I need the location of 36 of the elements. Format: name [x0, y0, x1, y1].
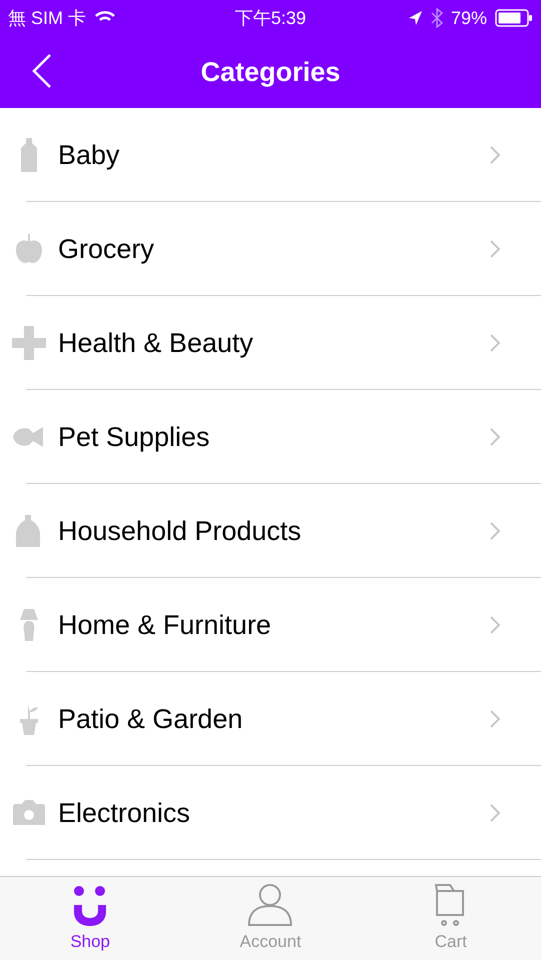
page-title: Categories — [200, 56, 340, 89]
chevron-right-icon — [489, 803, 501, 823]
chevron-right-icon — [489, 427, 501, 447]
smile-logo-icon — [72, 884, 108, 926]
category-label: Patio & Garden — [58, 702, 243, 736]
chevron-right-icon — [489, 521, 501, 541]
category-label: Health & Beauty — [58, 326, 254, 360]
tab-bar-item[interactable]: Shop — [0, 877, 180, 960]
chevron-left-icon — [32, 54, 52, 88]
category-row[interactable]: Grocery — [0, 202, 541, 296]
category-label: Pet Supplies — [58, 420, 210, 454]
category-row[interactable]: Home & Furniture — [0, 578, 541, 672]
category-row[interactable]: Patio & Garden — [0, 672, 541, 766]
chevron-right-icon — [489, 709, 501, 729]
person-icon — [246, 882, 294, 926]
category-label: Grocery — [58, 232, 154, 266]
battery-percent: 79% — [450, 6, 487, 30]
chevron-right-icon — [489, 333, 501, 353]
category-label: Household Products — [58, 514, 302, 548]
category-label: Baby — [58, 138, 120, 172]
category-row[interactable]: Pet Supplies — [0, 390, 541, 484]
location-arrow-icon — [406, 10, 423, 26]
category-row[interactable]: Electronics — [0, 766, 541, 860]
category-row[interactable]: Health & Beauty — [0, 296, 541, 390]
carrier-label: 無 SIM 卡 — [8, 6, 86, 30]
category-row[interactable]: Household Products — [0, 484, 541, 578]
clock-time: 下午5:39 — [234, 6, 306, 30]
category-label: Electronics — [58, 796, 190, 830]
bluetooth-icon — [430, 8, 443, 28]
battery-icon — [494, 9, 533, 27]
chevron-right-icon — [489, 145, 501, 165]
chevron-right-icon — [489, 615, 501, 635]
cross-icon — [11, 325, 47, 361]
category-row[interactable]: Baby — [0, 108, 541, 202]
category-label: Home & Furniture — [58, 608, 272, 642]
chevron-right-icon — [489, 239, 501, 259]
